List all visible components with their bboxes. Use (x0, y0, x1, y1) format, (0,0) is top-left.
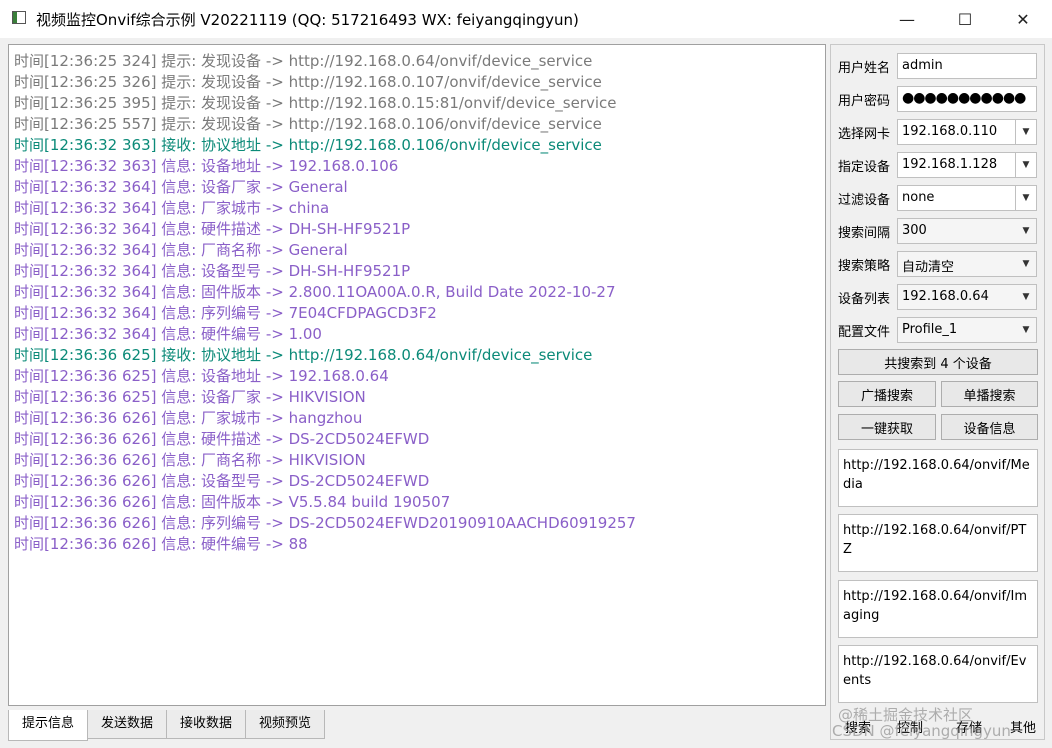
log-line: 时间[12:36:32 364] 信息: 设备型号 -> DH-SH-HF952… (14, 262, 411, 280)
nic-select[interactable]: 192.168.0.110 ▼ (897, 119, 1037, 145)
interval-value: 300 (902, 223, 927, 238)
profile-label: 配置文件 (838, 325, 891, 340)
log-line: 时间[12:36:25 395] 提示: 发现设备 -> http://192.… (14, 94, 617, 112)
window-title: 视频监控Onvif综合示例 V20221119 (QQ: 517216493 W… (36, 11, 579, 29)
log-line: 时间[12:36:32 364] 信息: 硬件描述 -> DH-SH-HF952… (14, 220, 411, 238)
tab-hint-info[interactable]: 提示信息 (8, 710, 89, 741)
device-row: 指定设备 192.168.1.128 ▼ (838, 152, 1038, 178)
password-row: 用户密码 ●●●●●●●●●●● (838, 86, 1038, 112)
chevron-down-icon[interactable]: ▼ (1016, 318, 1036, 342)
log-line: 时间[12:36:36 626] 信息: 硬件编号 -> 88 (14, 535, 308, 553)
log-line: 时间[12:36:36 625] 信息: 设备地址 -> 192.168.0.6… (14, 367, 389, 385)
interval-label: 搜索间隔 (838, 226, 891, 241)
log-line: 时间[12:36:32 363] 信息: 设备地址 -> 192.168.0.1… (14, 157, 399, 175)
interval-select[interactable]: 300 ▼ (897, 218, 1037, 244)
minimize-button[interactable]: — (884, 0, 930, 38)
strategy-label: 搜索策略 (838, 259, 891, 274)
devlist-label: 设备列表 (838, 292, 891, 307)
log-line: 时间[12:36:36 625] 接收: 协议地址 -> http://192.… (14, 346, 593, 364)
interval-row: 搜索间隔 300 ▼ (838, 218, 1038, 244)
ptz-url-field[interactable]: http://192.168.0.64/onvif/PTZ (838, 514, 1038, 572)
log-line: 时间[12:36:25 326] 提示: 发现设备 -> http://192.… (14, 73, 602, 91)
profile-select[interactable]: Profile_1 ▼ (897, 317, 1037, 343)
log-line: 时间[12:36:32 364] 信息: 固件版本 -> 2.800.11OA0… (14, 283, 616, 301)
control-panel: 用户姓名 admin 用户密码 ●●●●●●●●●●● 选择网卡 192.168… (830, 44, 1045, 740)
maximize-button[interactable]: ☐ (942, 0, 988, 38)
found-devices-button[interactable]: 共搜索到 4 个设备 (838, 349, 1038, 375)
title-bar: 视频监控Onvif综合示例 V20221119 (QQ: 517216493 W… (0, 0, 1052, 38)
log-line: 时间[12:36:36 626] 信息: 固件版本 -> V5.5.84 bui… (14, 493, 451, 511)
devlist-value: 192.168.0.64 (902, 289, 989, 304)
strategy-row: 搜索策略 自动清空 ▼ (838, 251, 1038, 277)
close-button[interactable]: ✕ (1000, 0, 1046, 38)
log-line: 时间[12:36:32 363] 接收: 协议地址 -> http://192.… (14, 136, 602, 154)
tab-send-data[interactable]: 发送数据 (87, 710, 168, 739)
username-label: 用户姓名 (838, 61, 891, 76)
unicast-search-button[interactable]: 单播搜索 (941, 381, 1038, 407)
nic-row: 选择网卡 192.168.0.110 ▼ (838, 119, 1038, 145)
devlist-select[interactable]: 192.168.0.64 ▼ (897, 284, 1037, 310)
log-output[interactable]: 时间[12:36:25 324] 提示: 发现设备 -> http://192.… (8, 44, 826, 706)
device-label: 指定设备 (838, 160, 891, 175)
log-line: 时间[12:36:36 626] 信息: 硬件描述 -> DS-2CD5024E… (14, 430, 430, 448)
nic-label: 选择网卡 (838, 127, 891, 142)
log-line: 时间[12:36:36 626] 信息: 厂家城市 -> hangzhou (14, 409, 363, 427)
broadcast-search-button[interactable]: 广播搜索 (838, 381, 936, 407)
device-value: 192.168.1.128 (902, 157, 998, 172)
nic-value: 192.168.0.110 (902, 124, 998, 139)
strategy-value: 自动清空 (902, 260, 955, 275)
device-select[interactable]: 192.168.1.128 ▼ (897, 152, 1037, 178)
chevron-down-icon[interactable]: ▼ (1015, 120, 1036, 144)
log-line: 时间[12:36:32 364] 信息: 设备厂家 -> General (14, 178, 348, 196)
chevron-down-icon[interactable]: ▼ (1015, 186, 1036, 210)
password-input[interactable]: ●●●●●●●●●●● (897, 86, 1037, 112)
tab-receive-data[interactable]: 接收数据 (166, 710, 247, 739)
log-line: 时间[12:36:36 626] 信息: 序列编号 -> DS-2CD5024E… (14, 514, 636, 532)
watermark-csdn: CSDN @feiyangqingyun (832, 722, 1011, 740)
chevron-down-icon[interactable]: ▼ (1016, 285, 1036, 309)
log-line: 时间[12:36:36 626] 信息: 厂商名称 -> HIKVISION (14, 451, 366, 469)
log-line: 时间[12:36:36 625] 信息: 设备厂家 -> HIKVISION (14, 388, 366, 406)
log-line: 时间[12:36:32 364] 信息: 序列编号 -> 7E04CFDPAGC… (14, 304, 437, 322)
username-input[interactable]: admin (897, 53, 1037, 79)
username-row: 用户姓名 admin (838, 53, 1038, 79)
strategy-select[interactable]: 自动清空 ▼ (897, 251, 1037, 277)
tab-bar: 提示信息 发送数据 接收数据 视频预览 (8, 710, 326, 741)
log-line: 时间[12:36:25 557] 提示: 发现设备 -> http://192.… (14, 115, 602, 133)
imaging-url-field[interactable]: http://192.168.0.64/onvif/Imaging (838, 580, 1038, 638)
profile-value: Profile_1 (902, 322, 958, 337)
log-line: 时间[12:36:36 626] 信息: 设备型号 -> DS-2CD5024E… (14, 472, 430, 490)
tab-video-preview[interactable]: 视频预览 (245, 710, 326, 739)
filter-value: none (902, 190, 935, 205)
filter-label: 过滤设备 (838, 193, 891, 208)
log-line: 时间[12:36:32 364] 信息: 厂商名称 -> General (14, 241, 348, 259)
one-key-get-button[interactable]: 一键获取 (838, 414, 936, 440)
media-url-field[interactable]: http://192.168.0.64/onvif/Media (838, 449, 1038, 507)
events-url-field[interactable]: http://192.168.0.64/onvif/Events (838, 645, 1038, 703)
chevron-down-icon[interactable]: ▼ (1016, 219, 1036, 243)
chevron-down-icon[interactable]: ▼ (1016, 252, 1036, 276)
filter-select[interactable]: none ▼ (897, 185, 1037, 211)
app-icon (12, 11, 26, 24)
tab-other[interactable]: 其他 (1010, 717, 1036, 736)
log-line: 时间[12:36:25 324] 提示: 发现设备 -> http://192.… (14, 52, 593, 70)
profile-row: 配置文件 Profile_1 ▼ (838, 317, 1038, 343)
device-info-button[interactable]: 设备信息 (941, 414, 1038, 440)
password-label: 用户密码 (838, 94, 891, 109)
devlist-row: 设备列表 192.168.0.64 ▼ (838, 284, 1038, 310)
log-line: 时间[12:36:32 364] 信息: 厂家城市 -> china (14, 199, 330, 217)
log-line: 时间[12:36:32 364] 信息: 硬件编号 -> 1.00 (14, 325, 322, 343)
filter-row: 过滤设备 none ▼ (838, 185, 1038, 211)
chevron-down-icon[interactable]: ▼ (1015, 153, 1036, 177)
